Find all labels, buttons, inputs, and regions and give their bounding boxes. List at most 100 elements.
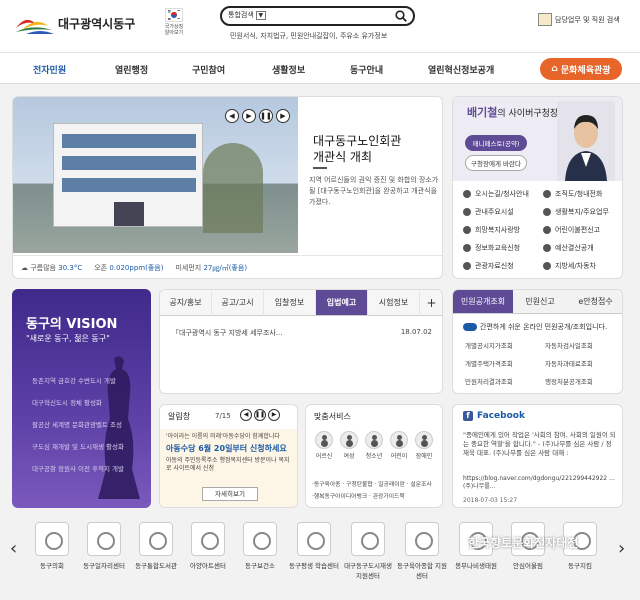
divider <box>313 167 327 169</box>
facebook-header[interactable]: f Facebook <box>463 411 525 421</box>
more-plus-icon[interactable]: + <box>420 290 442 316</box>
banner-item[interactable]: 동구보건소 <box>235 522 285 570</box>
banner-item[interactable]: 동구통합도서관 <box>131 522 181 570</box>
banner-item[interactable]: 동구의회 <box>27 522 77 570</box>
next-icon[interactable]: ▶ <box>268 409 280 421</box>
minwon-link[interactable]: 행정처분공개조회 <box>545 376 593 386</box>
culture-tourism-button[interactable]: ⌂ 문화체육관광 <box>540 58 622 80</box>
tab-legislation[interactable]: 입법예고 <box>316 290 368 316</box>
mayor-link[interactable]: 정보화교육신청 <box>463 243 520 253</box>
job-center-icon <box>87 522 121 556</box>
service-links[interactable]: ·동구육아종 · 구청탄불합 · 일공래이란 · 설문조사 <box>312 479 432 488</box>
prev-icon[interactable]: ◀ <box>225 109 239 123</box>
logo[interactable]: 대구광역시동구 <box>12 10 162 36</box>
mayor-link[interactable]: 지방세/차동차 <box>543 261 596 271</box>
wheelchair-icon <box>415 431 433 449</box>
popup-content[interactable]: '아이라는 이름의 미래'아동수당이 함께합니다 아동수당 6월 20일부터 신… <box>160 429 297 507</box>
vision-banner[interactable]: 동구의 VISION "새로운 동구, 젊은 동구" 동촌지역 금호강 수변도시… <box>12 289 151 508</box>
facebook-link[interactable]: https://blog.naver.com/dgdongu/221299442… <box>463 475 617 491</box>
nav-item-dong-gu-guide[interactable]: 동구안내 <box>350 63 383 76</box>
tab-bid[interactable]: 입찰정보 <box>264 290 316 316</box>
popup-title: 알림창 <box>168 412 191 421</box>
service-senior[interactable]: 어르신 <box>314 431 334 460</box>
computer-icon <box>463 244 471 252</box>
facility-icon <box>463 208 471 216</box>
ask-mayor-button[interactable]: 구청장에게 바란다 <box>465 155 527 171</box>
vision-slogan: "새로운 동구, 젊은 동구" <box>26 334 110 343</box>
manifesto-button[interactable]: 매니페스토(공약) <box>465 135 527 151</box>
search-bar[interactable]: 통합검색 ▼ <box>220 6 415 26</box>
banner-item[interactable]: 아양아트센터 <box>183 522 233 570</box>
dept-search-label: 담당업무 및 직원 검색 <box>555 15 620 24</box>
car-icon <box>543 262 551 270</box>
tab-minwon-public[interactable]: 민원공개조회 <box>453 290 513 314</box>
service-women[interactable]: 여성 <box>339 431 359 460</box>
vision-item: 대구혁신도시 정체 활성화 <box>32 399 102 407</box>
mayor-link[interactable]: 관내주요시설 <box>463 207 514 217</box>
banner-item[interactable]: 동구평생 학습센터 <box>289 522 339 570</box>
weather-bar: ☁ 구름많음 30.3°C 오존 0.020ppm(좋음) 미세먼지 27㎍/㎥… <box>13 255 442 278</box>
report-icon <box>543 226 551 234</box>
building-image <box>53 123 203 227</box>
mayor-link[interactable]: 예산결산공개 <box>543 243 594 253</box>
hero-title[interactable]: 대구동구노인회관 개관식 개최 <box>313 133 433 165</box>
mayor-header: 배기철의 사이버구청장실 매니페스토(공약) 구청장에게 바란다 <box>453 97 622 181</box>
tab-e-application[interactable]: e안청접수 <box>567 290 622 314</box>
main-visual: ◀ ▶ ❚❚ ▶ 대구동구노인회관 개관식 개최 지역 어르신들의 권익 증진 … <box>12 96 443 279</box>
tab-exam[interactable]: 시험정보 <box>368 290 420 316</box>
tab-notice[interactable]: 공지/홍보 <box>160 290 212 316</box>
directory-icon <box>538 13 552 26</box>
chevron-left-icon[interactable]: ‹ <box>10 538 17 559</box>
search-icon[interactable] <box>395 10 407 22</box>
search-scope-select[interactable]: 통합검색 ▼ <box>228 10 266 20</box>
chevron-right-icon[interactable]: › <box>618 538 625 559</box>
next-icon[interactable]: ▶ <box>242 109 256 123</box>
mayor-link[interactable]: 조직도/청내전화 <box>543 189 602 199</box>
tab-minwon-report[interactable]: 민원신고 <box>513 290 567 314</box>
service-disabled[interactable]: 장애인 <box>414 431 434 460</box>
mayor-link[interactable]: 희망복지사랑방 <box>463 225 520 235</box>
service-children[interactable]: 어린이 <box>389 431 409 460</box>
tab-announcement[interactable]: 공고/고시 <box>212 290 264 316</box>
mayor-link[interactable]: 오시는길/청사안내 <box>463 189 529 199</box>
prev-icon[interactable]: ◀ <box>240 409 252 421</box>
mayor-link[interactable]: 어린이불편신고 <box>543 225 600 235</box>
details-button[interactable]: 자세히보기 <box>202 487 258 501</box>
banner-item[interactable]: 동구일자리센터 <box>79 522 129 570</box>
learning-center-icon <box>297 522 331 556</box>
nav-item-participation[interactable]: 구민참여 <box>192 63 225 76</box>
banner-item[interactable]: 대구동구도시재생 지원센터 <box>343 522 393 580</box>
facebook-post[interactable]: "증에인에게 있어 작업은 '사회의 참여, 사회의 일원이 되는 중요한 역할… <box>463 431 617 458</box>
pause-icon[interactable]: ❚❚ <box>259 109 273 123</box>
minwon-link[interactable]: 민원처리결과조회 <box>465 376 513 386</box>
service-youth[interactable]: 청소년 <box>364 431 384 460</box>
minwon-link[interactable]: 개별공시지가조회 <box>465 340 513 350</box>
minwon-link[interactable]: 개별주택가격조회 <box>465 358 513 368</box>
woman-icon <box>340 431 358 449</box>
cloud-icon: ☁ <box>21 263 28 272</box>
main-nav: 전자민원 열린행정 구민참여 생활정보 동구안내 열린혁신정보공개 ⌂ 문화체육관… <box>0 52 640 84</box>
pause-icon[interactable]: ❚❚ <box>254 409 266 421</box>
mayor-link[interactable]: 관광자료신청 <box>463 261 514 271</box>
minwon-link[interactable]: 자동차검사일조회 <box>545 340 593 350</box>
notice-board: 공지/홍보 공고/고시 입찰정보 입법예고 시험정보 + 「대구광역시 동구 지… <box>159 289 443 394</box>
nav-item-open-innovation[interactable]: 열린혁신정보공개 <box>428 63 494 76</box>
banner-item[interactable]: 동구육아종합 지원센터 <box>397 522 447 580</box>
service-links[interactable]: ·행복동구아이디어뱅크 · 관광가이드북 <box>312 491 405 500</box>
nav-item-living-info[interactable]: 생활정보 <box>272 63 305 76</box>
nav-item-e-minwon[interactable]: 전자민원 <box>33 63 66 76</box>
play-icon[interactable]: ▶ <box>276 109 290 123</box>
minwon-link[interactable]: 자동차과태료조회 <box>545 358 593 368</box>
custom-services: 맞춤서비스 어르신 여성 청소년 어린이 장애인 ·동구육아종 · 구청탄불합 … <box>305 404 443 508</box>
national-symbol-link[interactable]: 국가상징 알아보기 <box>162 8 186 44</box>
dept-search-link[interactable]: 담당업무 및 직원 검색 <box>538 13 620 26</box>
mayor-title: 배기철의 사이버구청장실 <box>467 106 567 120</box>
quick-links[interactable]: 민원서식, 자치법규, 민원안내길잡이, 주유소 유가정보 <box>230 31 387 41</box>
popup-headline: 아동수당 6월 20일부터 신청하세요 <box>166 444 287 453</box>
popup-line: 아동의 주민등록주소 행정복지센터 방문이나 복지로 사이트에서 신청 <box>166 457 290 472</box>
nav-item-open-admin[interactable]: 열린행정 <box>115 63 148 76</box>
flag-caption: 국가상징 알아보기 <box>164 24 184 36</box>
notice-row[interactable]: 「대구광역시 동구 지방세 세무조사... 18.07.02 <box>172 328 432 338</box>
hero-description: 지역 어르신들의 권익 증진 및 화합의 장소가 될 [대구동구노인회관]을 완… <box>309 176 439 206</box>
mayor-link[interactable]: 생활복지/주요업무 <box>543 207 609 217</box>
